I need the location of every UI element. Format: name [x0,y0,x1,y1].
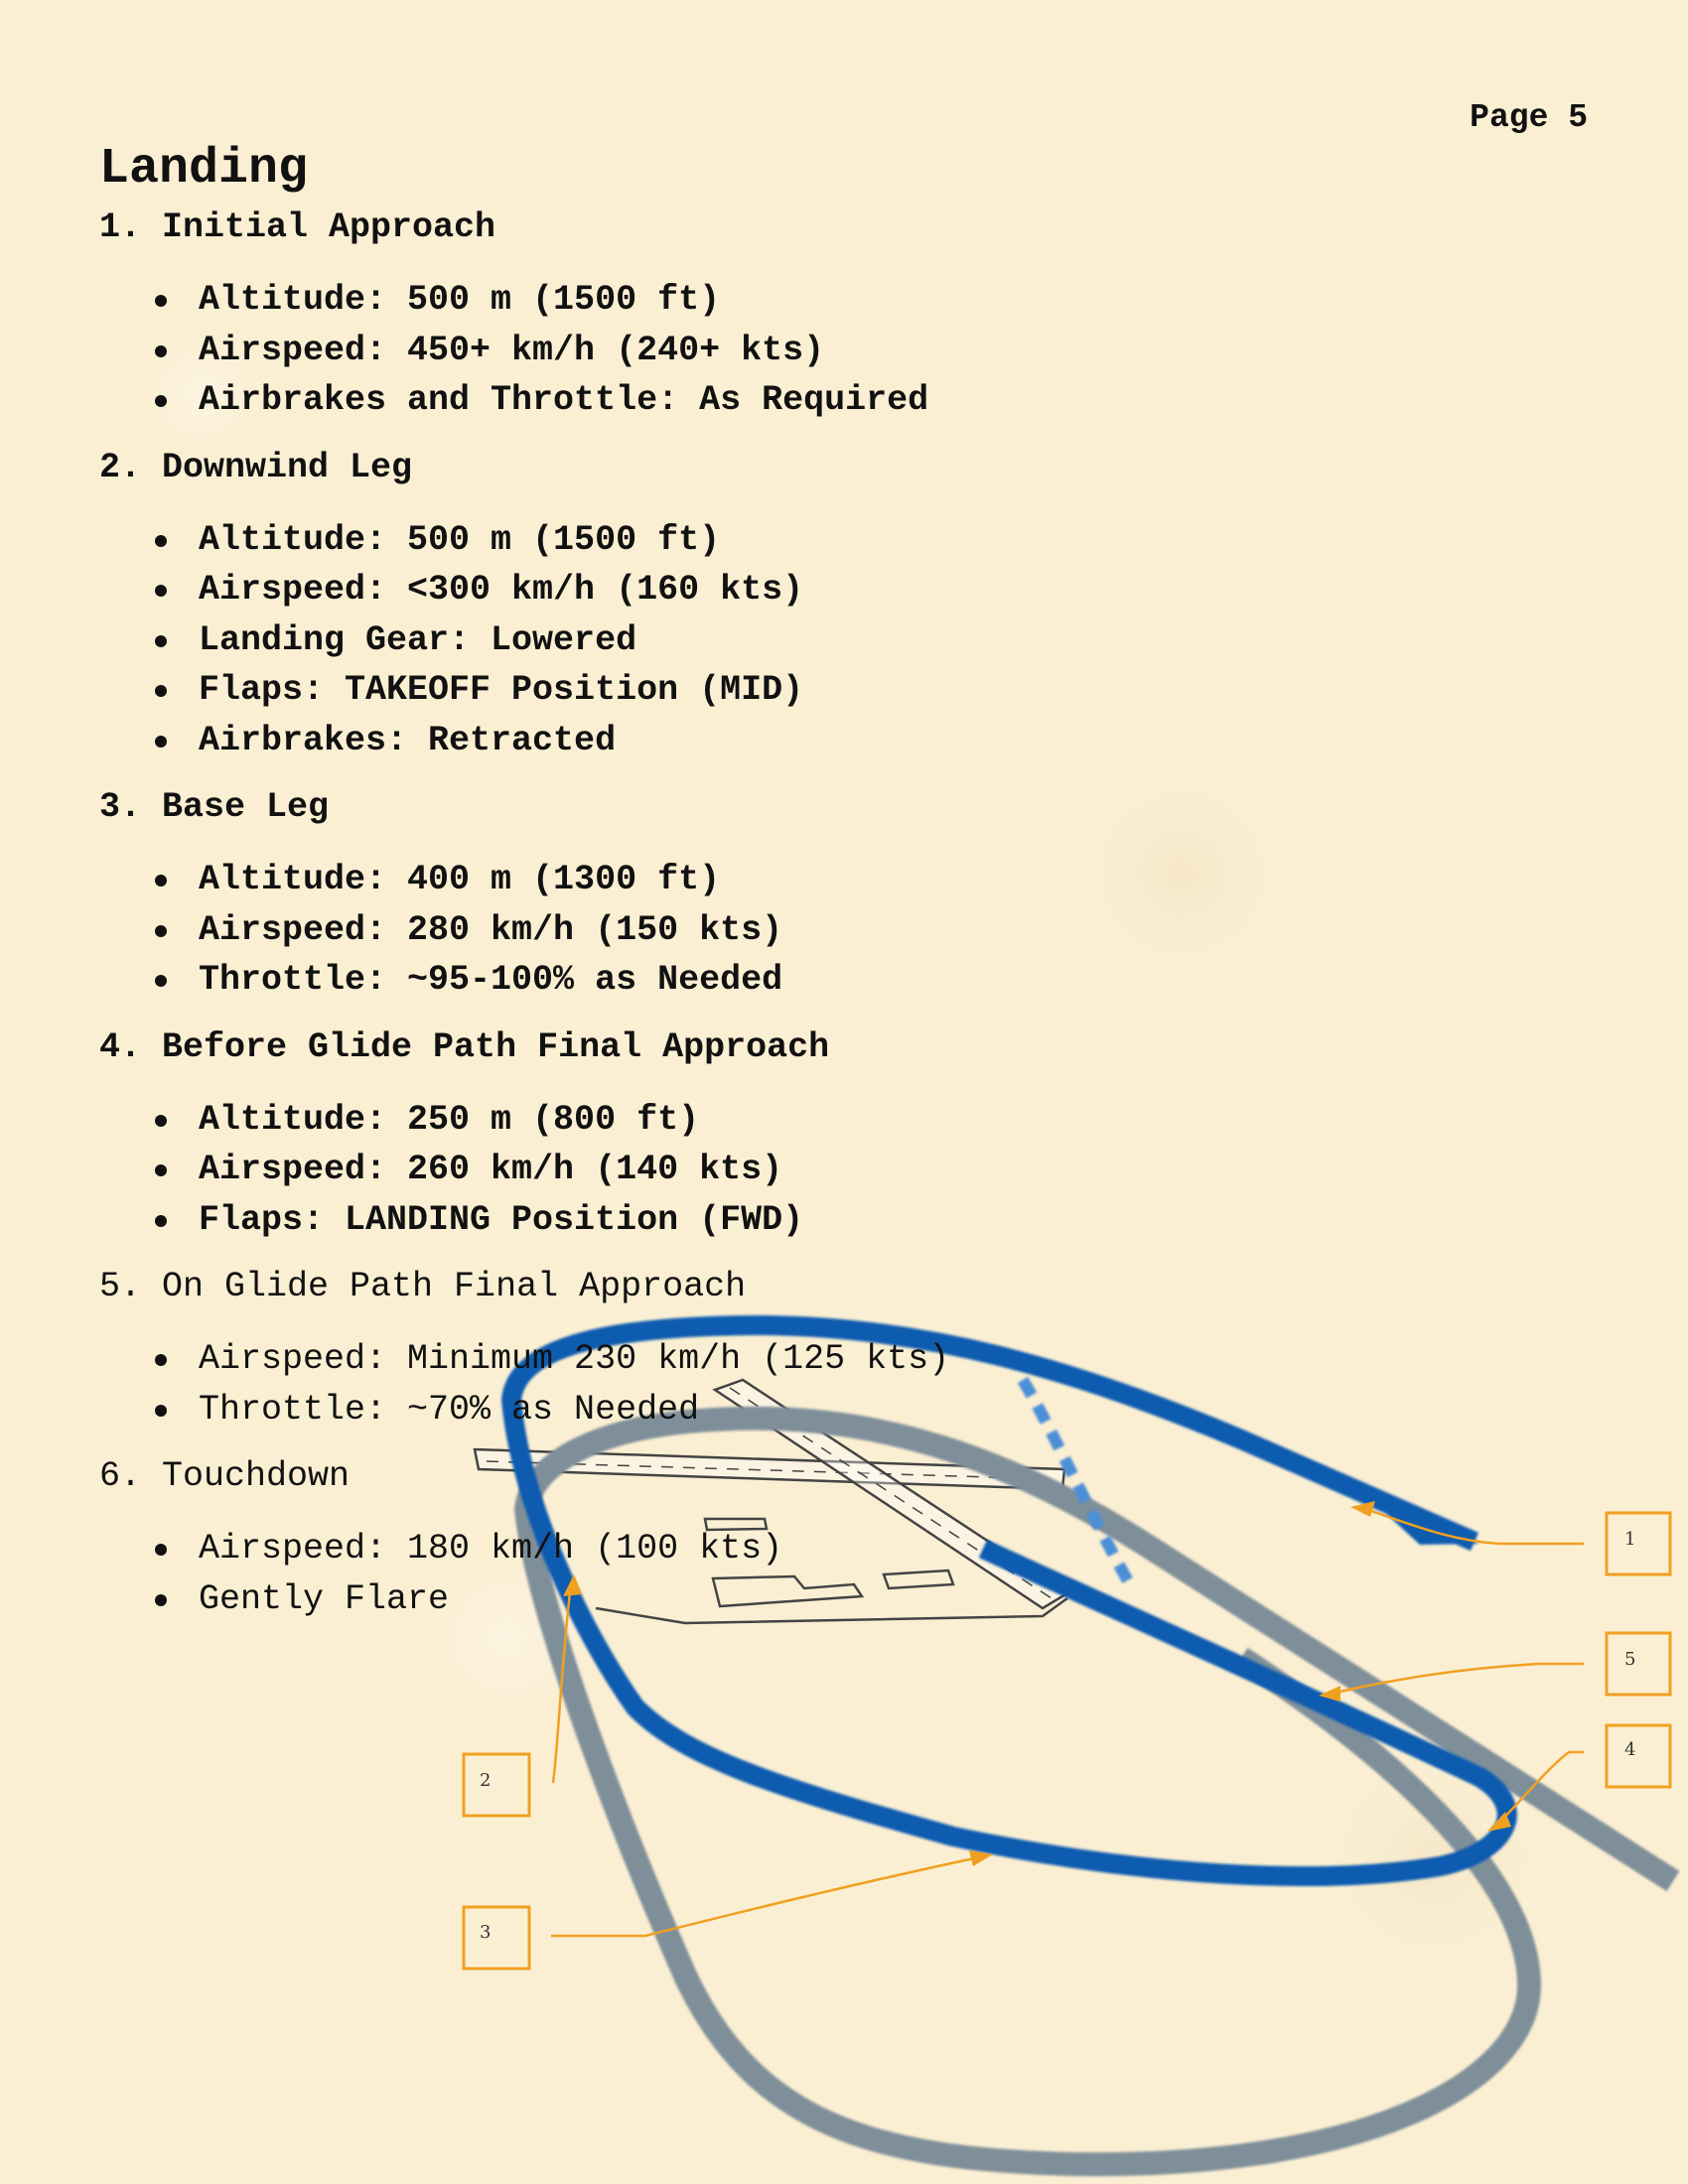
step-before-glide-path: 4. Before Glide Path Final Approach Alti… [99,1024,1192,1246]
bullet [155,395,167,407]
bullet [155,534,167,547]
bullet [155,344,167,357]
callout-4: 4 [1605,1723,1672,1789]
list-item: Airbrakes and Throttle: As Required [149,375,1192,426]
step-on-glide-path: 5. On Glide Path Final Approach Airspeed… [99,1263,1192,1434]
step-items: Altitude: 250 m (800 ft) Airspeed: 260 k… [99,1095,1192,1246]
list-item: Airspeed: <300 km/h (160 kts) [149,565,1192,615]
bullet [155,1354,167,1366]
list-item: Flaps: LANDING Position (FWD) [149,1195,1192,1246]
callout-label: 4 [1624,1739,1635,1760]
list-item: Airspeed: Minimum 230 km/h (125 kts) [149,1334,1192,1385]
step-heading: 4. Before Glide Path Final Approach [99,1026,830,1067]
bullet [155,295,167,307]
callout-5: 5 [1605,1631,1672,1697]
bullet [155,1164,167,1176]
callout-3: 3 [462,1905,531,1971]
bullet [155,1544,167,1556]
bullet [155,634,167,647]
list-item: Airbrakes: Retracted [149,716,1192,766]
list-item: Airspeed: 260 km/h (140 kts) [149,1145,1192,1195]
list-item: Throttle: ~70% as Needed [149,1385,1192,1435]
landing-steps: 1. Initial Approach Altitude: 500 m (150… [99,204,1192,1642]
step-heading: 6. Touchdown [99,1456,351,1496]
step-downwind-leg: 2. Downwind Leg Altitude: 500 m (1500 ft… [99,444,1192,766]
callout-2: 2 [462,1752,531,1818]
bullet [155,975,167,987]
step-base-leg: 3. Base Leg Altitude: 400 m (1300 ft) Ai… [99,783,1192,1006]
callout-label: 1 [1624,1529,1635,1550]
step-initial-approach: 1. Initial Approach Altitude: 500 m (150… [99,204,1192,426]
callout-label: 5 [1624,1649,1635,1670]
step-items: Altitude: 400 m (1300 ft) Airspeed: 280 … [99,855,1192,1006]
bullet [155,735,167,748]
step-heading: 3. Base Leg [99,787,330,827]
step-heading: 2. Downwind Leg [99,447,413,487]
list-item: Airspeed: 180 km/h (100 kts) [149,1524,1192,1574]
callout-label: 2 [480,1770,491,1791]
callout-label: 3 [480,1922,491,1943]
bullet [155,685,167,697]
bullet [155,1214,167,1227]
list-item: Altitude: 400 m (1300 ft) [149,855,1192,905]
leader-3 [551,1854,984,1938]
list-item: Altitude: 250 m (800 ft) [149,1095,1192,1146]
list-item: Throttle: ~95-100% as Needed [149,955,1192,1006]
step-heading: 1. Initial Approach [99,207,496,247]
list-item: Airspeed: 280 km/h (150 kts) [149,905,1192,956]
bullet [155,585,167,597]
list-item: Altitude: 500 m (1500 ft) [149,515,1192,566]
step-items: Altitude: 500 m (1500 ft) Airspeed: 450+… [99,275,1192,426]
callout-1: 1 [1605,1511,1672,1576]
bullet [155,924,167,937]
list-item: Airspeed: 450+ km/h (240+ kts) [149,326,1192,376]
bullet [155,1593,167,1606]
bullet [155,875,167,887]
step-touchdown: 6. Touchdown Airspeed: 180 km/h (100 kts… [99,1452,1192,1624]
step-items: Airspeed: 180 km/h (100 kts) Gently Flar… [99,1524,1192,1624]
step-items: Altitude: 500 m (1500 ft) Airspeed: <300… [99,515,1192,766]
step-heading: 5. On Glide Path Final Approach [99,1267,747,1306]
list-item: Landing Gear: Lowered [149,615,1192,666]
list-item: Altitude: 500 m (1500 ft) [149,275,1192,326]
bullet [155,1404,167,1417]
step-items: Airspeed: Minimum 230 km/h (125 kts) Thr… [99,1334,1192,1434]
bullet [155,1114,167,1127]
list-item: Flaps: TAKEOFF Position (MID) [149,665,1192,716]
list-item: Gently Flare [149,1574,1192,1625]
